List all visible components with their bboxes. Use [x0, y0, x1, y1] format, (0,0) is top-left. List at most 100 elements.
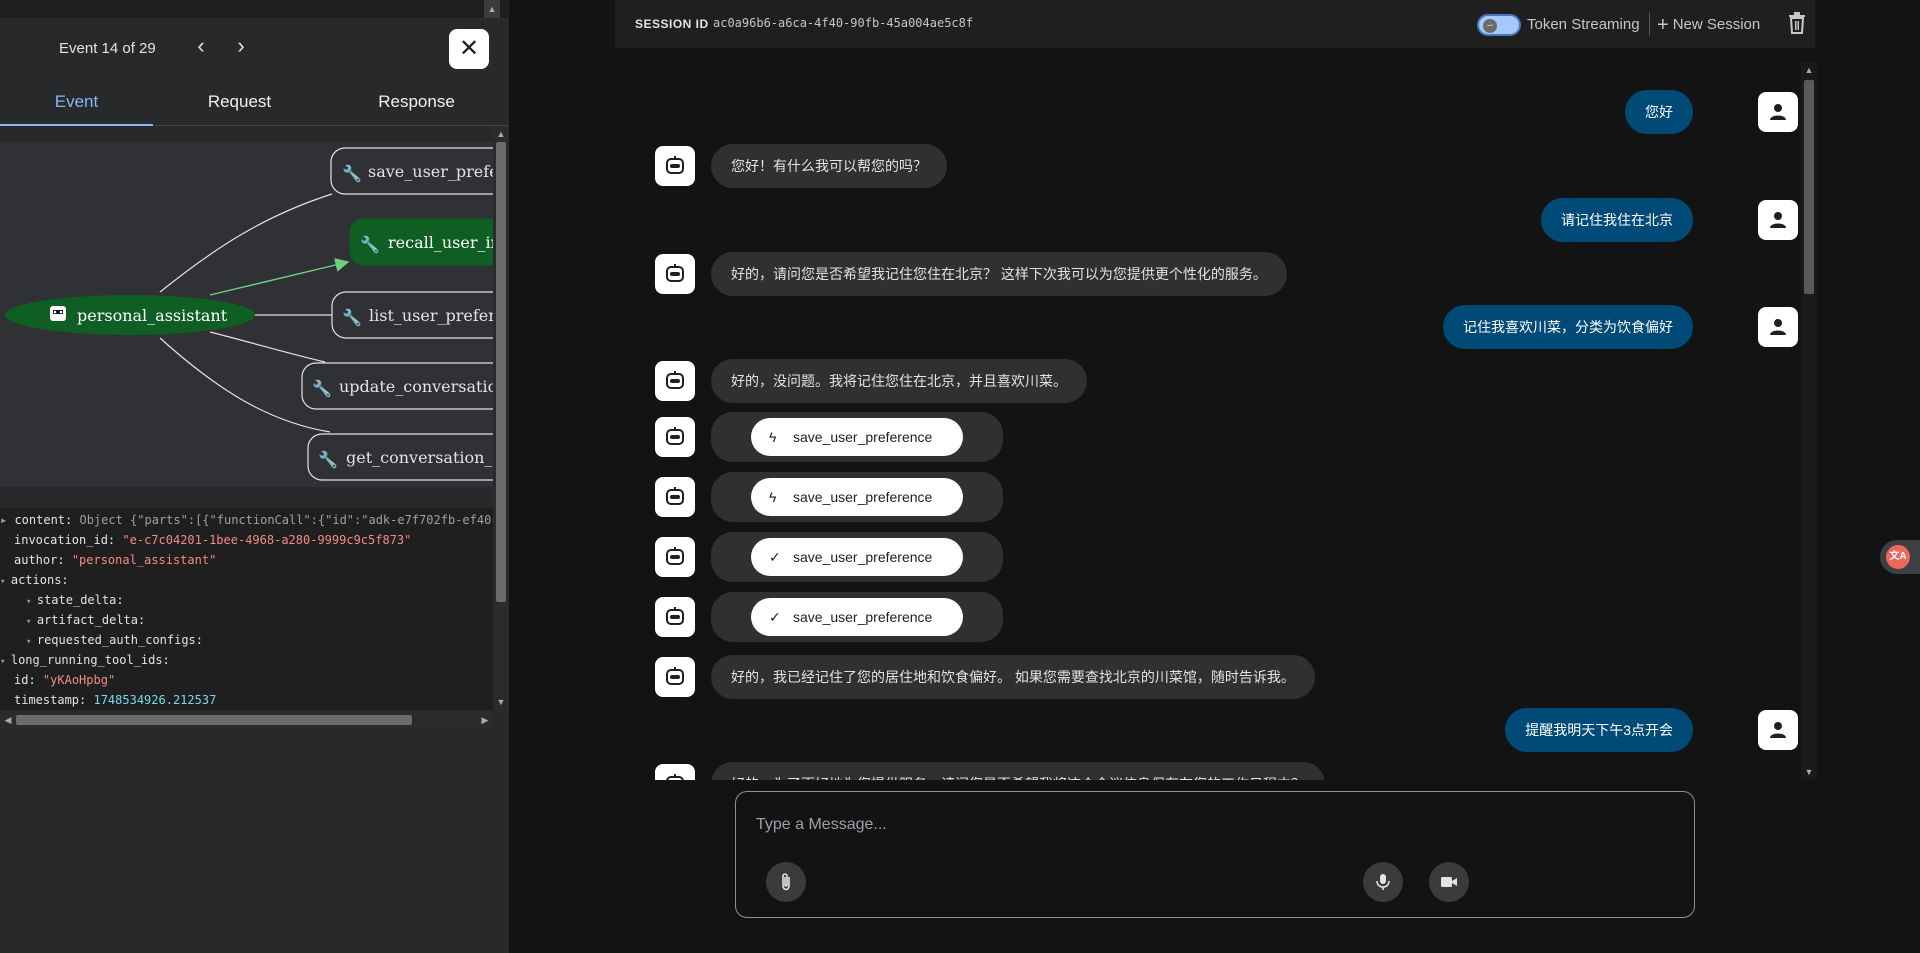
function-name: save_user_preference: [793, 609, 933, 625]
user-message: 提醒我明天下午3点开会: [1505, 708, 1693, 752]
toggle-knob: –: [1483, 19, 1497, 33]
function-response-bubble: ✓ save_user_preference: [711, 532, 1003, 582]
tool-node-list-user-preferences[interactable]: 🔧 list_user_prefere: [331, 291, 493, 339]
json-horizontal-scrollbar[interactable]: ◀ ▶: [0, 712, 493, 728]
next-event-button[interactable]: ›: [228, 34, 254, 60]
bot-message: 您好！有什么我可以帮您的吗？: [711, 144, 947, 188]
scrollbar-thumb[interactable]: [496, 142, 506, 602]
message-input[interactable]: [756, 812, 1656, 838]
user-avatar: [1758, 200, 1798, 240]
agent-graph-svg: personal_assistant 🔧 save_user_prefer 🔧 …: [5, 147, 493, 481]
bolt-icon: ϟ: [769, 429, 777, 445]
translate-extension-button[interactable]: 文A: [1880, 540, 1920, 574]
panel-top-strip: ▲: [0, 0, 509, 18]
wrench-icon: 🔧: [318, 450, 338, 469]
tool-node-label: recall_user_in: [388, 233, 493, 252]
robot-icon: [666, 774, 684, 780]
bot-message: 好的，我已经记住了您的居住地和饮食偏好。 如果您需要查找北京的川菜馆，随时告诉我…: [711, 655, 1315, 699]
scrollbar-thumb[interactable]: [1804, 80, 1814, 294]
json-row-id: id: "yKAoHpbg": [14, 673, 116, 687]
tool-node-save-user-preference[interactable]: 🔧 save_user_prefer: [330, 147, 493, 195]
session-id-value: ac0a96b6-a6ca-4f40-90fb-45a004ae5c8f: [713, 16, 974, 30]
event-panel: ▲ Event 14 of 29 ‹ › ✕ Event Request Res…: [0, 0, 509, 953]
function-name: save_user_preference: [793, 429, 933, 445]
function-response-chip[interactable]: ✓ save_user_preference: [751, 598, 963, 636]
json-row-actions[interactable]: ▾ actions:: [0, 573, 69, 587]
agent-robot-icon: [50, 306, 66, 321]
agent-node-label: personal_assistant: [77, 306, 228, 325]
json-row-requested-auth[interactable]: ▾ requested_auth_configs:: [26, 633, 203, 647]
json-row-timestamp: timestamp: 1748534926.212537: [14, 693, 217, 707]
chat-messages: 您好 您好！有什么我可以帮您的吗？ 请记住我住在北京 好的，请问您是否希望我记住…: [615, 62, 1815, 780]
plus-icon: +: [1657, 14, 1669, 36]
delete-session-icon[interactable]: [1787, 12, 1807, 34]
bot-avatar: [655, 657, 695, 697]
bolt-icon: ϟ: [769, 489, 777, 505]
robot-icon: [666, 371, 684, 389]
graph-edge: [209, 331, 326, 363]
json-row-artifact-delta[interactable]: ▾ artifact_delta:: [26, 613, 145, 627]
bot-avatar: [655, 417, 695, 457]
check-icon: ✓: [769, 609, 781, 625]
user-message: 记住我喜欢川菜，分类为饮食偏好: [1443, 305, 1693, 349]
scroll-up-arrow[interactable]: ▲: [493, 126, 509, 142]
video-camera-icon: [1441, 877, 1457, 887]
function-call-chip[interactable]: ϟ save_user_preference: [751, 478, 963, 516]
event-json-view: ▸ content: Object {"parts":[{"functionCa…: [0, 508, 493, 710]
user-avatar: [1758, 710, 1798, 750]
tab-request[interactable]: Request: [163, 84, 316, 126]
scrollbar-thumb[interactable]: [16, 715, 412, 725]
wrench-icon: 🔧: [342, 308, 362, 327]
tool-node-get-conversation-summary[interactable]: 🔧 get_conversation_su: [307, 433, 493, 481]
tab-response[interactable]: Response: [340, 84, 493, 126]
wrench-icon: 🔧: [360, 235, 380, 254]
function-call-bubble: ϟ save_user_preference: [711, 472, 1003, 522]
json-row-invocation-id: invocation_id: "e-c7c04201-1bee-4968-a28…: [14, 533, 412, 547]
json-row-author: author: "personal_assistant": [14, 553, 217, 567]
function-call-chip[interactable]: ϟ save_user_preference: [751, 418, 963, 456]
user-avatar: [1758, 307, 1798, 347]
new-session-button[interactable]: + New Session: [1657, 14, 1760, 37]
message-composer: [735, 791, 1695, 918]
tool-node-label: update_conversation: [339, 377, 493, 396]
scroll-down-arrow[interactable]: ▼: [1801, 764, 1817, 780]
session-bar: SESSION ID ac0a96b6-a6ca-4f40-90fb-45a00…: [615, 0, 1815, 48]
robot-icon: [666, 264, 684, 282]
scroll-up-arrow[interactable]: ▲: [484, 0, 500, 18]
robot-icon: [666, 487, 684, 505]
tool-node-label: list_user_prefere: [369, 306, 493, 325]
json-row-content[interactable]: ▸ content: Object {"parts":[{"functionCa…: [0, 513, 493, 527]
scroll-down-arrow[interactable]: ▼: [493, 694, 509, 710]
tab-event[interactable]: Event: [0, 84, 153, 126]
scroll-up-arrow[interactable]: ▲: [1801, 62, 1817, 78]
tool-node-recall-user-info[interactable]: 🔧 recall_user_in: [349, 218, 493, 266]
panel-vertical-scrollbar[interactable]: ▲ ▼: [493, 126, 509, 710]
token-streaming-toggle[interactable]: –: [1477, 14, 1521, 36]
robot-icon: [666, 547, 684, 565]
json-row-long-running[interactable]: ▾ long_running_tool_ids:: [0, 653, 170, 667]
function-response-chip[interactable]: ✓ save_user_preference: [751, 538, 963, 576]
scroll-right-arrow[interactable]: ▶: [477, 712, 493, 728]
tool-node-label: get_conversation_su: [346, 448, 493, 467]
bot-avatar: [655, 597, 695, 637]
person-icon: [1770, 212, 1786, 228]
user-avatar: [1758, 92, 1798, 132]
translate-icon: 文A: [1886, 545, 1910, 569]
tool-node-update-conversation[interactable]: 🔧 update_conversation: [301, 362, 493, 410]
json-row-state-delta[interactable]: ▾ state_delta:: [26, 593, 124, 607]
token-streaming-label: Token Streaming: [1527, 16, 1640, 33]
video-button[interactable]: [1429, 862, 1469, 902]
prev-event-button[interactable]: ‹: [188, 34, 214, 60]
chat-scrollbar[interactable]: ▲ ▼: [1801, 62, 1817, 780]
graph-edge: [159, 193, 333, 293]
paperclip-icon: [782, 873, 790, 891]
close-panel-button[interactable]: ✕: [449, 29, 489, 69]
person-icon: [1770, 319, 1786, 335]
attach-button[interactable]: [766, 862, 806, 902]
microphone-button[interactable]: [1363, 862, 1403, 902]
robot-icon: [666, 427, 684, 445]
event-navigation: Event 14 of 29 ‹ ›: [0, 18, 509, 80]
function-name: save_user_preference: [793, 489, 933, 505]
person-icon: [1770, 722, 1786, 738]
scroll-left-arrow[interactable]: ◀: [0, 712, 16, 728]
